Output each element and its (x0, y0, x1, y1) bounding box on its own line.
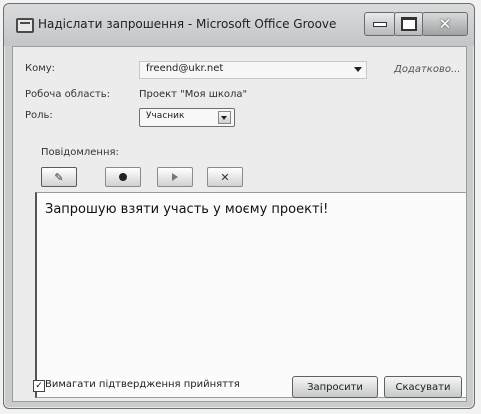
maximize-button[interactable] (394, 12, 424, 36)
message-label: Повідомлення: (41, 147, 119, 158)
message-textarea[interactable]: Запрошую взяти участь у моєму проекті! (35, 192, 467, 398)
cancel-button-label: Скасувати (395, 381, 451, 393)
workspace-label: Робоча область: (25, 89, 111, 100)
edit-text-icon: ✎ (54, 170, 64, 184)
dialog-body: Кому: freend@ukr.net Додатково... Робоча… (12, 46, 467, 402)
workspace-value: Проект "Моя школа" (139, 89, 248, 100)
record-button[interactable] (105, 167, 141, 187)
maximize-icon (401, 17, 417, 31)
title-bar[interactable]: Надіслати запрошення - Microsoft Office … (4, 4, 474, 46)
more-options-link[interactable]: Додатково... (394, 64, 461, 75)
to-combobox[interactable]: freend@ukr.net (139, 61, 367, 79)
invite-button-label: Запросити (307, 381, 363, 393)
chevron-down-icon (354, 67, 362, 72)
edit-text-button[interactable]: ✎ (41, 167, 77, 187)
delete-button[interactable]: ✕ (207, 167, 243, 187)
close-icon: ✕ (438, 15, 452, 33)
require-confirmation-label: Вимагати підтвердження прийняття (45, 379, 240, 390)
delete-icon: ✕ (220, 170, 230, 184)
play-button[interactable] (157, 167, 193, 187)
message-text: Запрошую взяти участь у моєму проекті! (45, 202, 329, 217)
role-label: Роль: (25, 110, 53, 121)
invite-dialog: Надіслати запрошення - Microsoft Office … (3, 3, 475, 409)
role-value: Учасник (146, 111, 185, 121)
require-confirmation-checkbox[interactable]: ✓ (33, 380, 45, 392)
to-value: freend@ukr.net (146, 63, 224, 74)
minimize-button[interactable] (364, 12, 396, 36)
groove-app-icon (16, 18, 34, 33)
invite-button[interactable]: Запросити (292, 376, 378, 398)
record-icon (119, 173, 127, 181)
chevron-down-icon (218, 111, 231, 124)
cancel-button[interactable]: Скасувати (384, 376, 462, 398)
to-label: Кому: (25, 63, 56, 74)
window-title: Надіслати запрошення - Microsoft Office … (38, 17, 337, 31)
play-icon (172, 173, 178, 181)
role-select[interactable]: Учасник (139, 108, 235, 127)
close-button[interactable]: ✕ (422, 12, 468, 36)
minimize-icon (373, 21, 387, 27)
